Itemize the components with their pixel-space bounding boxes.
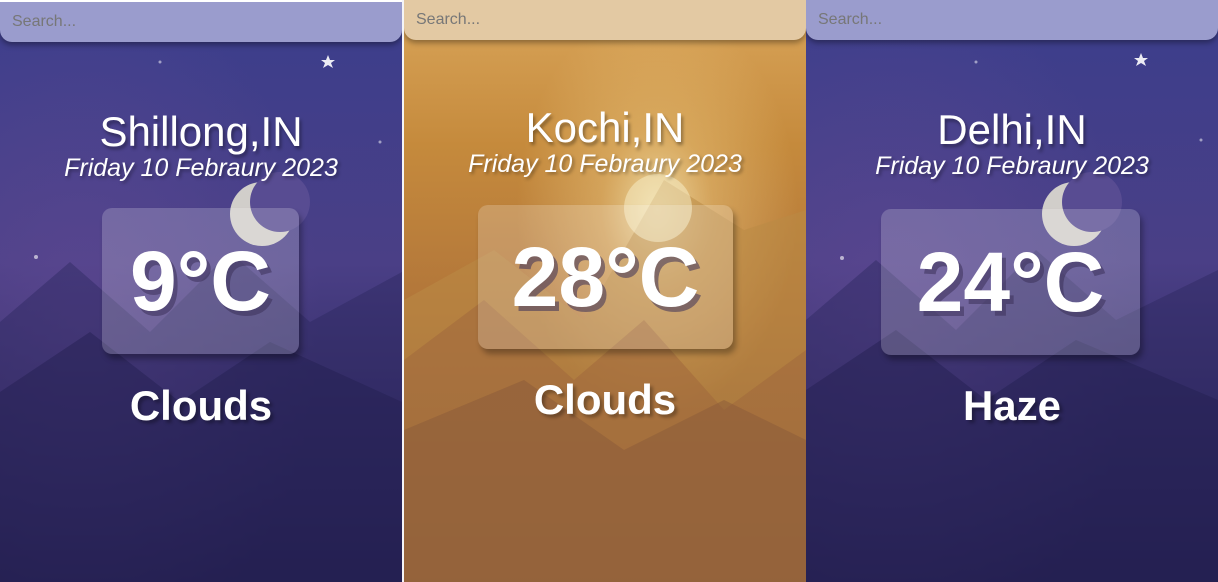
temperature-value: 24°C bbox=[916, 234, 1105, 329]
weather-condition: Clouds bbox=[533, 376, 677, 423]
date-text: Friday 10 Febraury 2023 bbox=[468, 150, 742, 178]
date-text: Friday 10 Febraury 2023 bbox=[64, 154, 338, 182]
search-input[interactable] bbox=[806, 0, 1218, 40]
temperature-card: 24°C bbox=[881, 209, 1140, 355]
city-name: Shillong,IN bbox=[99, 108, 303, 155]
temperature-value: 28°C bbox=[511, 229, 700, 324]
weather-condition: Haze bbox=[962, 382, 1062, 429]
weather-condition: Clouds bbox=[129, 382, 273, 429]
search-input[interactable] bbox=[404, 0, 806, 40]
weather-panel-shillong: Shillong,IN Friday 10 Febraury 2023 9°C … bbox=[0, 2, 402, 582]
city-name: Kochi,IN bbox=[525, 104, 685, 151]
date-text: Friday 10 Febraury 2023 bbox=[875, 152, 1149, 180]
panel-divider bbox=[402, 0, 404, 582]
city-name: Delhi,IN bbox=[937, 106, 1087, 153]
weather-panel-kochi: Kochi,IN Friday 10 Febraury 2023 28°C Cl… bbox=[404, 0, 806, 582]
weather-app-screens: Shillong,IN Friday 10 Febraury 2023 9°C … bbox=[0, 0, 1218, 582]
temperature-card: 9°C bbox=[102, 208, 299, 354]
search-input[interactable] bbox=[0, 2, 402, 42]
temperature-card: 28°C bbox=[478, 205, 733, 349]
weather-panel-delhi: Delhi,IN Friday 10 Febraury 2023 24°C Ha… bbox=[806, 0, 1218, 582]
temperature-value: 9°C bbox=[130, 233, 271, 328]
